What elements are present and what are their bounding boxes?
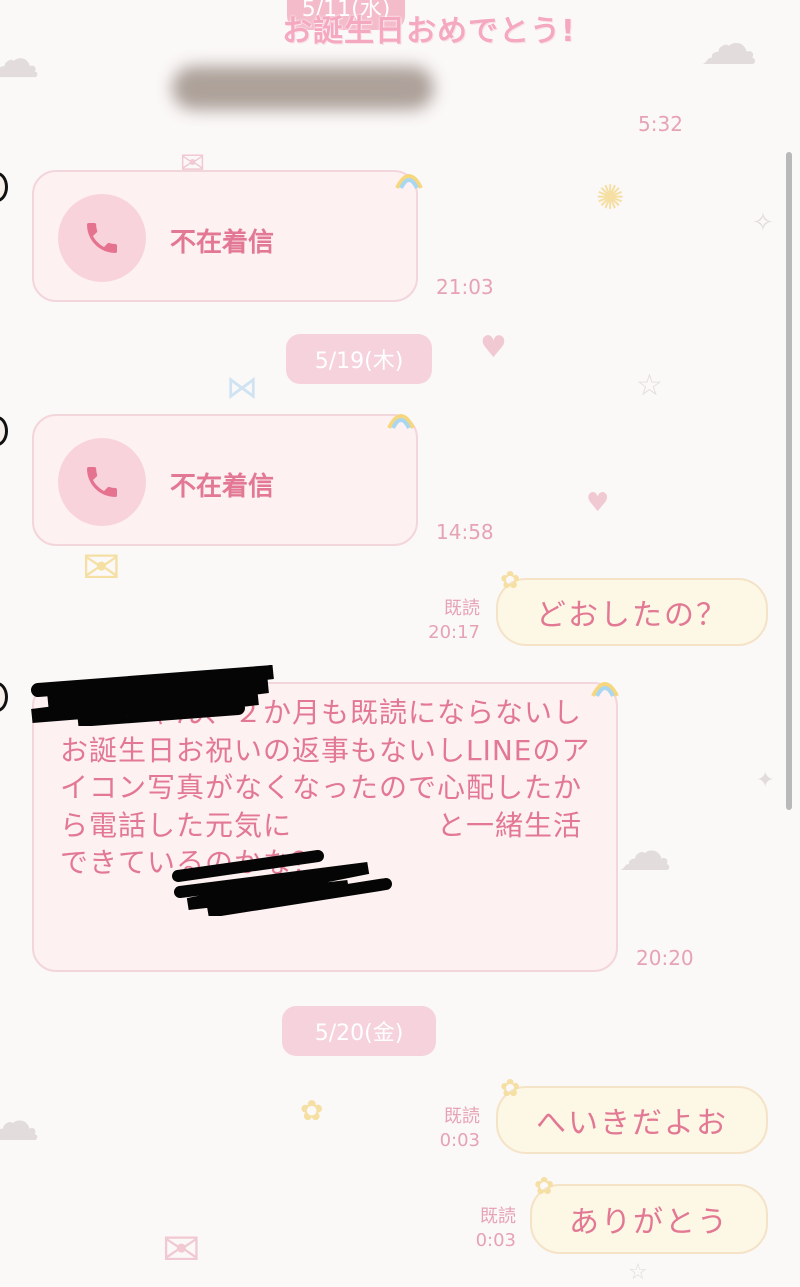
sheep-doodle-icon: ☁ (0, 30, 40, 90)
outgoing-message-bubble[interactable]: へいきだよお (496, 1086, 768, 1154)
message-time: 0:03 (439, 1130, 480, 1151)
blurred-message (172, 66, 434, 110)
heart-doodle-icon: ♥ (480, 330, 507, 365)
message-text: ありがとう (569, 1205, 729, 1240)
date-separator: 5/20(金) (282, 1006, 436, 1056)
rainbow-bow-icon (590, 676, 620, 698)
phone-icon (87, 467, 117, 497)
star-doodle-icon: ✧ (752, 208, 774, 238)
phone-icon-circle (58, 194, 146, 282)
envelope-doodle-icon: ✉ (162, 1222, 201, 1276)
sheep-doodle-icon: ☁ (618, 820, 672, 883)
rainbow-bow-icon (386, 408, 416, 430)
date-label: 5/20(金) (314, 1021, 404, 1046)
sparkle-icon: ✺ (596, 178, 625, 218)
read-receipt: 既読 (480, 1206, 516, 1227)
sheep-doodle-icon: ☁ (0, 1090, 40, 1153)
redaction-scribble (31, 665, 274, 726)
message-time: 20:20 (636, 946, 694, 970)
missed-call-bubble[interactable]: 不在着信 (32, 170, 418, 302)
message-time: 20:17 (428, 622, 480, 643)
redaction-scribble (172, 850, 392, 916)
message-time: 5:32 (638, 112, 683, 136)
message-text: へいきだよお (536, 1106, 728, 1141)
sheep-doodle-icon: ☁ (700, 10, 758, 78)
missed-call-bubble[interactable]: 不在着信 (32, 414, 418, 546)
sparkle-icon: ✿ (300, 1094, 324, 1127)
missed-call-label: 不在着信 (170, 228, 275, 258)
avatar[interactable] (0, 682, 8, 712)
star-doodle-icon: ✦ (756, 768, 775, 793)
flower-icon: ✿ (500, 566, 521, 594)
missed-call-label: 不在着信 (170, 472, 275, 502)
star-doodle-icon: ☆ (628, 1260, 648, 1285)
message-time: 0:03 (475, 1230, 516, 1251)
envelope-doodle-icon: ✉ (82, 540, 121, 594)
heart-doodle-icon: ♥ (586, 488, 610, 518)
date-separator: 5/19(木) (286, 334, 432, 384)
birthday-banner: お誕生日おめでとう! (282, 14, 576, 49)
date-label: 5/19(木) (314, 349, 404, 374)
flower-icon: ✿ (500, 1074, 521, 1102)
outgoing-message-bubble[interactable]: ありがとう (530, 1184, 768, 1254)
star-doodle-icon: ☆ (636, 368, 663, 403)
phone-icon (87, 223, 117, 253)
avatar[interactable] (0, 416, 8, 446)
message-time: 14:58 (436, 520, 494, 544)
flower-icon: ✿ (534, 1172, 555, 1200)
rainbow-bow-icon (394, 168, 424, 190)
scrollbar[interactable] (786, 152, 792, 810)
message-time: 21:03 (436, 275, 494, 299)
avatar[interactable] (0, 172, 8, 202)
read-receipt: 既読 (444, 1106, 480, 1127)
message-text: どおしたの？ (536, 598, 728, 633)
read-receipt: 既読 (444, 598, 480, 619)
phone-icon-circle (58, 438, 146, 526)
bow-doodle-icon: ⋈ (226, 368, 258, 406)
outgoing-message-bubble[interactable]: どおしたの？ (496, 578, 768, 646)
